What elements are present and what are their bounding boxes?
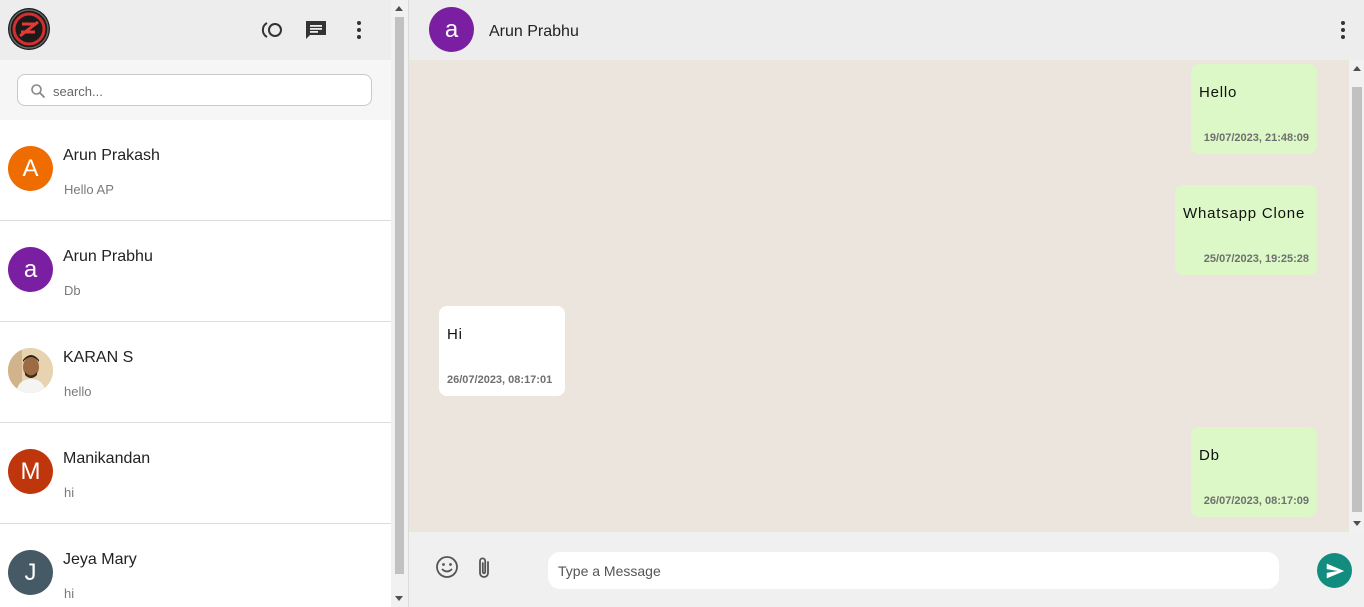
scrollbar-thumb[interactable] — [395, 17, 404, 574]
profile-photo — [8, 348, 53, 393]
message-bubble-sent: Whatsapp Clone 25/07/2023, 19:25:28 — [1175, 185, 1317, 275]
sidebar: A Arun Prakash Hello AP a Arun Prabhu Db — [0, 0, 391, 607]
chat-name: KARAN S — [63, 349, 134, 366]
more-vert-icon[interactable] — [1331, 18, 1355, 42]
profile-logo[interactable] — [8, 8, 50, 50]
search-input[interactable] — [53, 81, 353, 101]
message-time: 26/07/2023, 08:17:01 — [447, 374, 553, 386]
send-button[interactable] — [1317, 553, 1352, 588]
message-input[interactable] — [548, 552, 1279, 589]
chat-last-message: hi — [64, 485, 75, 500]
message-scrollbar[interactable] — [1349, 60, 1364, 532]
chat-last-message: hello — [64, 384, 92, 399]
sidebar-header — [0, 0, 391, 60]
chat-item-arun-prakash[interactable]: A Arun Prakash Hello AP — [0, 120, 391, 221]
message-time: 26/07/2023, 08:17:09 — [1203, 495, 1309, 507]
emoji-icon[interactable] — [435, 555, 459, 579]
scroll-up-arrow-icon[interactable] — [395, 6, 403, 11]
search-box[interactable] — [17, 74, 372, 106]
send-icon — [1326, 563, 1344, 578]
chat-item-jeya-mary[interactable]: J Jeya Mary hi — [0, 524, 391, 607]
scroll-down-arrow-icon[interactable] — [395, 596, 403, 601]
message-text: Hi — [447, 326, 463, 343]
more-vert-icon[interactable] — [347, 18, 371, 42]
chat-item-arun-prabhu[interactable]: a Arun Prabhu Db — [0, 221, 391, 322]
message-time: 19/07/2023, 21:48:09 — [1203, 132, 1309, 144]
message-text: Whatsapp Clone — [1183, 205, 1306, 222]
message-bubble-sent: Db 26/07/2023, 08:17:09 — [1191, 427, 1317, 517]
app: A Arun Prakash Hello AP a Arun Prabhu Db — [0, 0, 1364, 607]
scrollbar-thumb[interactable] — [1352, 87, 1362, 512]
status-icon[interactable] — [260, 18, 284, 42]
new-chat-icon[interactable] — [304, 18, 328, 42]
scroll-up-arrow-icon[interactable] — [1353, 66, 1361, 71]
chat-last-message: Db — [64, 283, 81, 298]
search-icon — [30, 83, 46, 99]
avatar: J — [8, 550, 53, 595]
chat-list: A Arun Prakash Hello AP a Arun Prabhu Db — [0, 120, 391, 607]
avatar: a — [8, 247, 53, 292]
chat-item-manikandan[interactable]: M Manikandan hi — [0, 423, 391, 524]
message-text: Hello — [1199, 84, 1238, 101]
message-bubble-received: Hi 26/07/2023, 08:17:01 — [439, 306, 565, 396]
conversation-header: a Arun Prabhu — [409, 0, 1364, 60]
chat-name: Jeya Mary — [63, 551, 137, 568]
chat-name: Arun Prakash — [63, 147, 160, 164]
sidebar-scrollbar[interactable] — [391, 0, 408, 607]
attach-icon[interactable] — [472, 555, 496, 581]
message-bubble-sent: Hello 19/07/2023, 21:48:09 — [1191, 64, 1317, 154]
conversation-panel: a Arun Prabhu Hello 19/07/2023, 21:48:09… — [408, 0, 1364, 607]
avatar: M — [8, 449, 53, 494]
message-time: 25/07/2023, 19:25:28 — [1203, 253, 1309, 265]
message-text: Db — [1199, 447, 1220, 464]
chat-item-karan-s[interactable]: KARAN S hello — [0, 322, 391, 423]
chat-last-message: Hello AP — [64, 182, 114, 197]
scroll-down-arrow-icon[interactable] — [1353, 521, 1361, 526]
search-bar — [0, 60, 391, 120]
chat-name: Arun Prabhu — [63, 248, 153, 265]
contact-name: Arun Prabhu — [489, 23, 579, 40]
contact-avatar[interactable]: a — [429, 7, 474, 52]
message-composer — [409, 532, 1364, 607]
avatar — [8, 348, 53, 393]
message-area: Hello 19/07/2023, 21:48:09 Whatsapp Clon… — [409, 60, 1349, 532]
chat-last-message: hi — [64, 586, 75, 601]
avatar: A — [8, 146, 53, 191]
chat-name: Manikandan — [63, 450, 151, 467]
